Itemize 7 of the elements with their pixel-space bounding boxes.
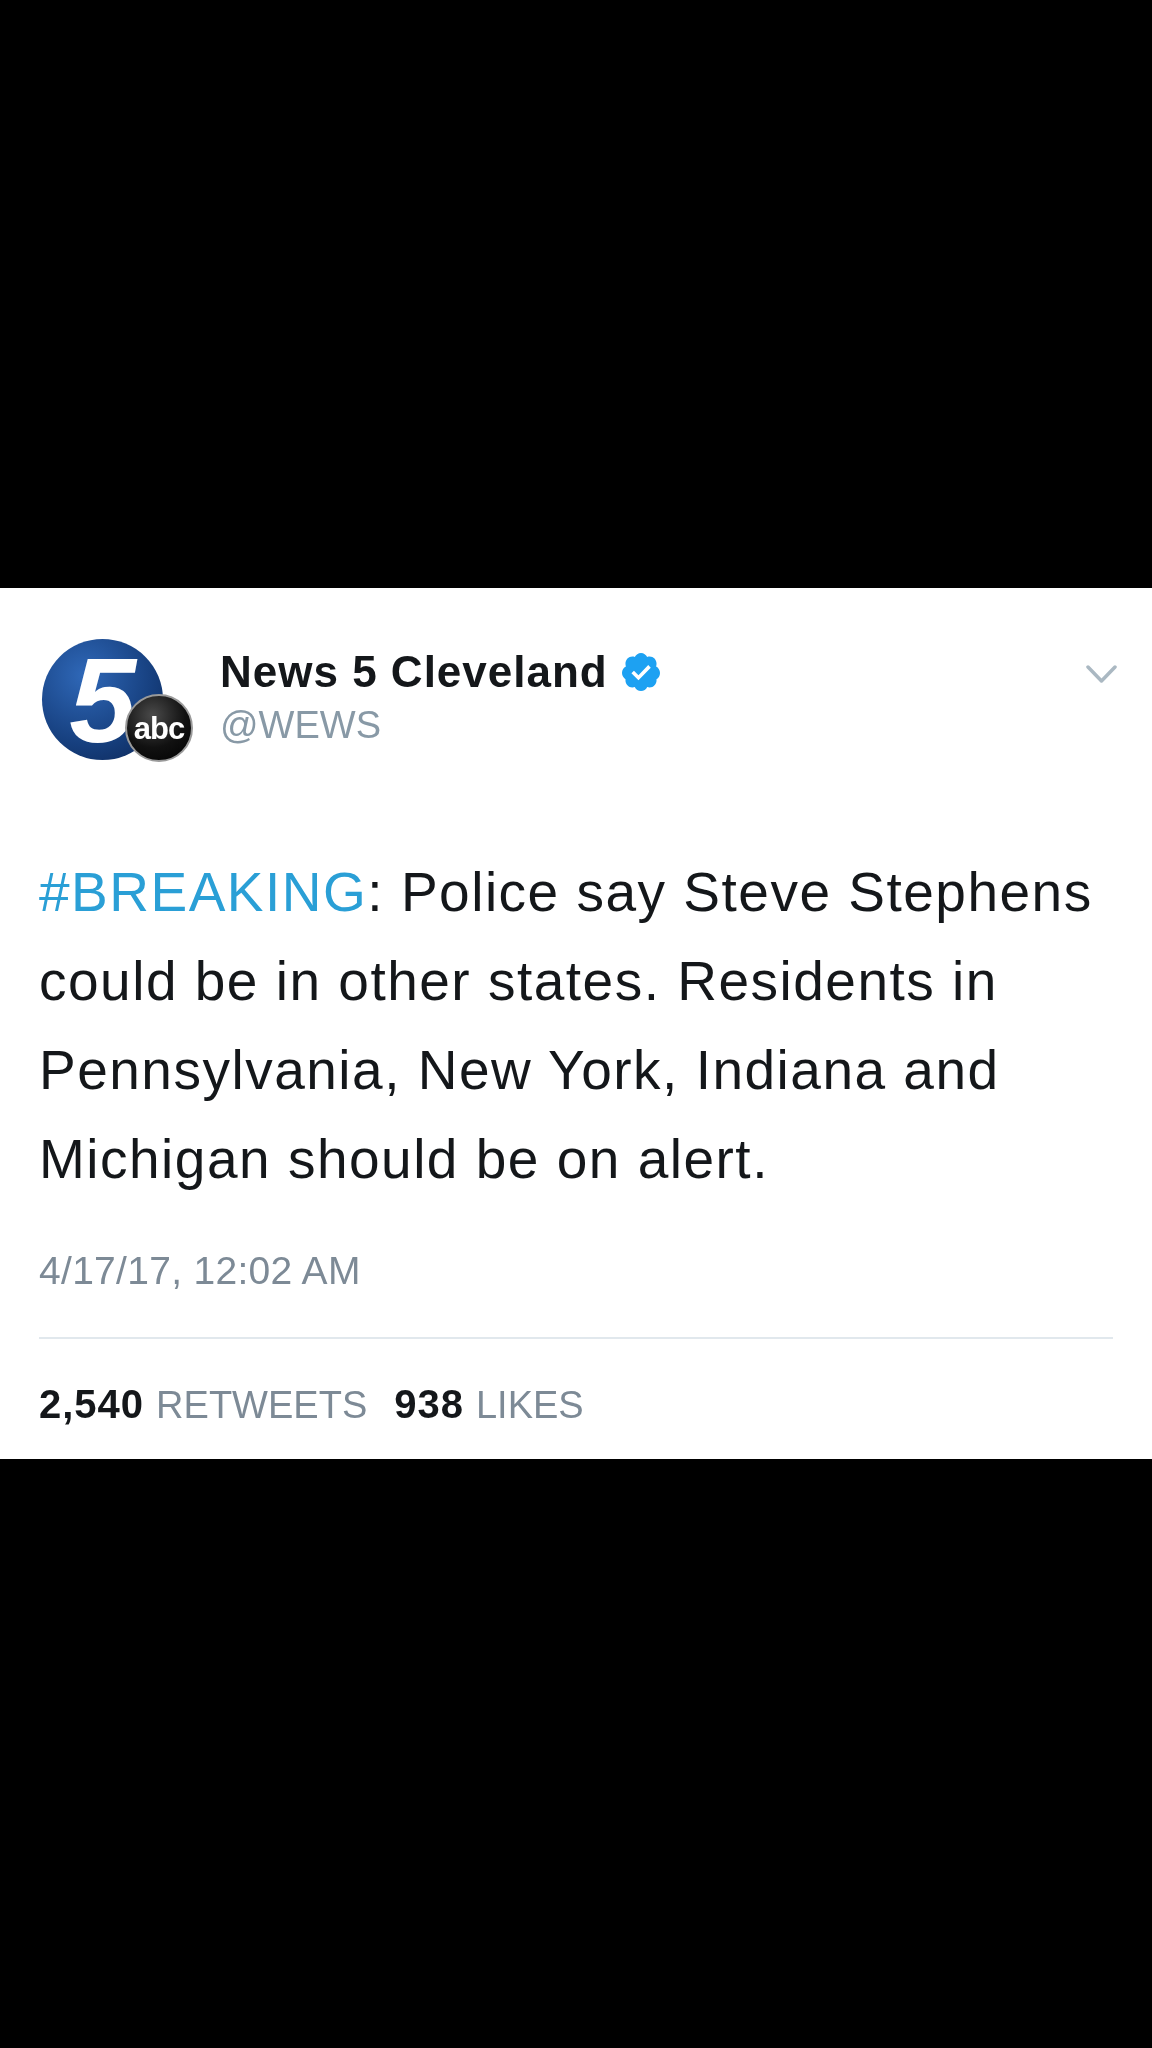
chevron-down-icon[interactable] xyxy=(1086,665,1117,684)
stat-link[interactable]: 938 LIKES xyxy=(394,1381,584,1428)
stat-link[interactable]: 2,540 RETWEETS xyxy=(39,1381,368,1428)
tweet-text: #BREAKING: Police say Steve Stephens could be in other states. Residents in Pennsylvania, New York, Indiana and Michigan should be on alert. xyxy=(39,860,1094,1192)
account-name: News 5 Cleveland xyxy=(220,646,608,698)
tweet-timestamp: 4/17/17, 12:02 AM xyxy=(39,1248,361,1294)
account-handle: @WEWS xyxy=(220,703,382,748)
